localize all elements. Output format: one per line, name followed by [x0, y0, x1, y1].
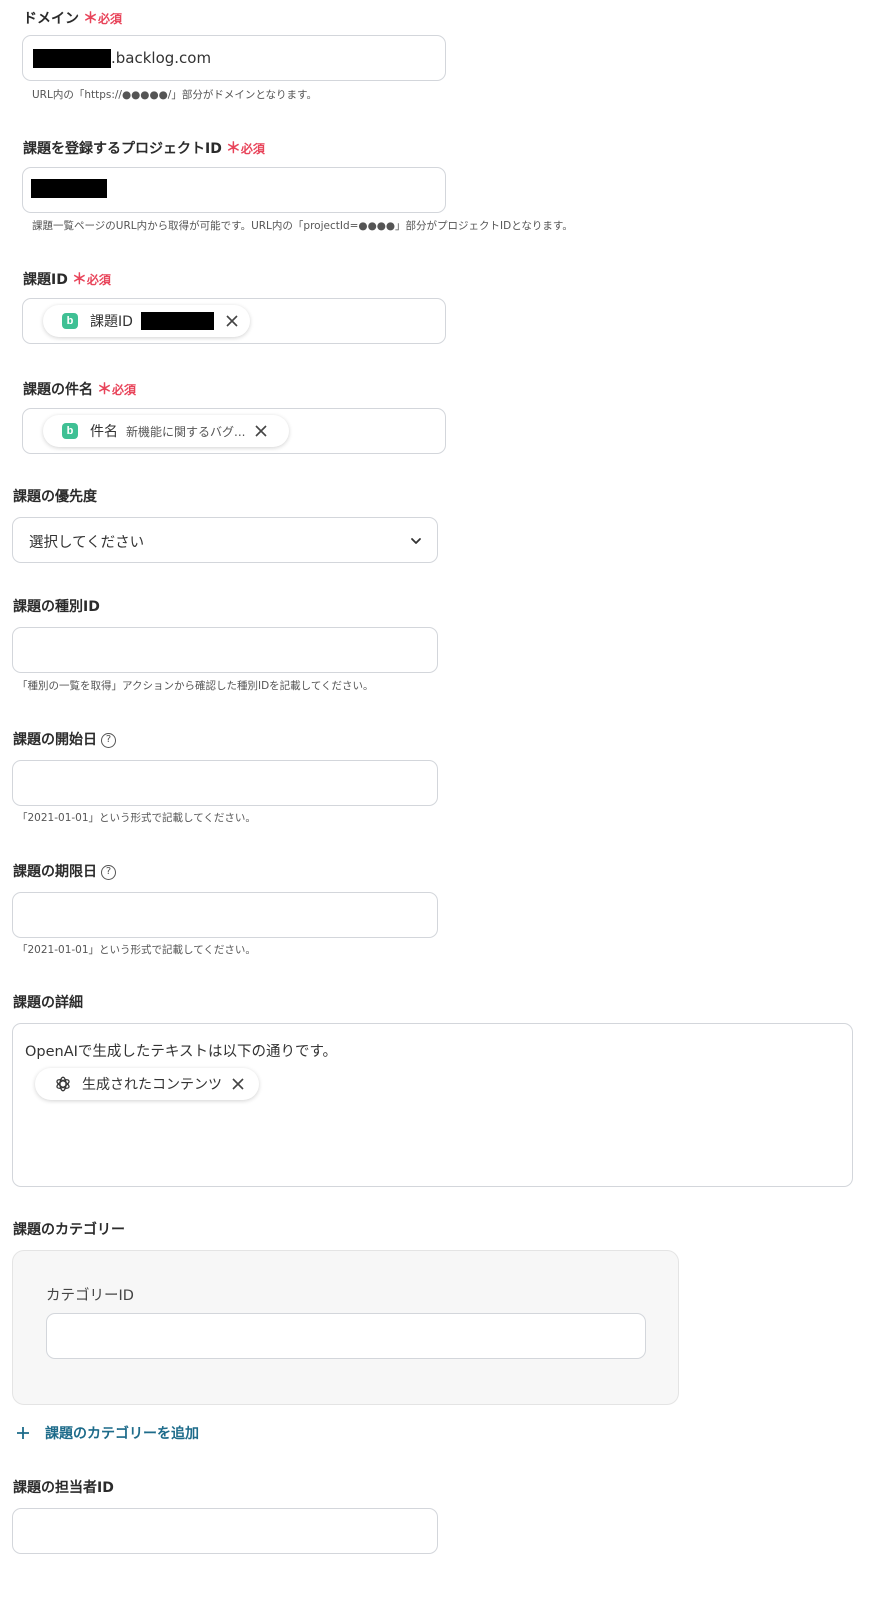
start-date-input[interactable]: [12, 760, 438, 806]
close-icon[interactable]: [224, 313, 240, 329]
chevron-down-icon: [411, 538, 421, 544]
issue-type-help: 「種別の一覧を取得」アクションから確認した種別IDを記載してください。: [17, 680, 374, 692]
redacted-block: [33, 49, 111, 68]
domain-label: ドメイン ＊必須: [23, 9, 123, 27]
project-help: 課題一覧ページのURL内から取得が可能です。URL内の「projectId=●●…: [32, 220, 573, 232]
start-date-help: 「2021-01-01」という形式で記載してください。: [17, 812, 256, 824]
assignee-id-input[interactable]: [12, 1508, 438, 1554]
required-badge: ＊必須: [71, 270, 111, 288]
required-badge: ＊必須: [97, 380, 137, 398]
priority-label: 課題の優先度: [13, 489, 97, 505]
help-icon[interactable]: ?: [101, 732, 116, 748]
issue-subject-chip[interactable]: b 件名 新機能に関するバグ...: [43, 415, 289, 447]
domain-input[interactable]: .backlog.com: [22, 35, 446, 81]
category-group: カテゴリーID: [12, 1250, 679, 1405]
close-icon[interactable]: [253, 423, 269, 439]
close-icon[interactable]: [230, 1076, 246, 1092]
priority-select[interactable]: 選択してください: [12, 517, 438, 563]
redacted-block: [31, 179, 107, 198]
category-id-label: カテゴリーID: [46, 1288, 134, 1304]
issue-subject-label: 課題の件名 ＊必須: [23, 380, 137, 398]
generated-content-chip[interactable]: 生成されたコンテンツ: [35, 1068, 259, 1100]
issue-type-input[interactable]: [12, 627, 438, 673]
priority-selected-value: 選択してください: [29, 535, 145, 551]
required-badge: ＊必須: [83, 9, 123, 27]
category-label: 課題のカテゴリー: [13, 1222, 125, 1238]
help-icon[interactable]: ?: [101, 864, 116, 880]
issue-id-label: 課題ID ＊必須: [23, 270, 111, 288]
issue-type-label: 課題の種別ID: [13, 599, 100, 615]
backlog-icon: b: [62, 423, 78, 439]
due-date-input[interactable]: [12, 892, 438, 938]
assignee-label: 課題の担当者ID: [13, 1480, 114, 1496]
backlog-icon: b: [62, 313, 78, 329]
add-category-button[interactable]: 課題のカテゴリーを追加: [15, 1423, 199, 1443]
category-id-input[interactable]: [46, 1313, 646, 1359]
due-date-label: 課題の期限日?: [13, 862, 116, 882]
issue-id-chip[interactable]: b 課題ID: [43, 305, 250, 337]
required-badge: ＊必須: [225, 139, 265, 157]
project-id-input[interactable]: [22, 167, 446, 213]
start-date-label: 課題の開始日?: [13, 730, 116, 750]
details-label: 課題の詳細: [13, 995, 83, 1011]
details-textarea[interactable]: OpenAIで生成したテキストは以下の通りです。: [12, 1023, 853, 1187]
project-label: 課題を登録するプロジェクトID ＊必須: [23, 139, 265, 157]
due-date-help: 「2021-01-01」という形式で記載してください。: [17, 944, 256, 956]
domain-suffix: .backlog.com: [111, 49, 212, 67]
domain-help: URL内の「https://●●●●●/」部分がドメインとなります。: [32, 89, 317, 101]
openai-icon: [56, 1076, 70, 1092]
details-text: OpenAIで生成したテキストは以下の通りです。: [25, 1044, 338, 1060]
redacted-block: [140, 312, 214, 330]
plus-icon: [17, 1427, 29, 1439]
